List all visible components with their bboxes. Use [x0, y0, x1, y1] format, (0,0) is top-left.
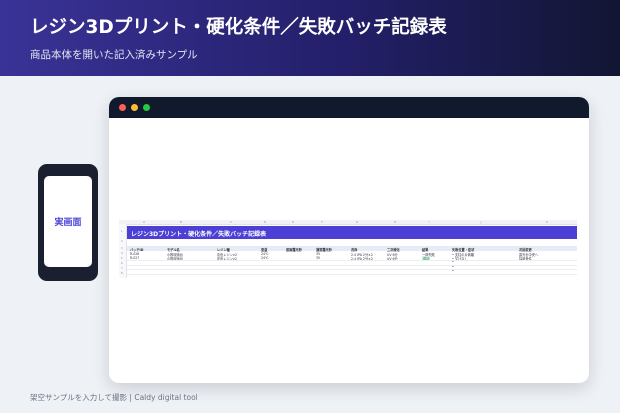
row-number[interactable]: 1	[121, 230, 123, 233]
page-header: レジン3Dプリント・硬化条件／失敗バッチ記録表 商品本体を開いた記入済みサンプル	[0, 0, 620, 76]
row-number[interactable]: 3	[121, 247, 123, 250]
maximize-window-icon[interactable]	[143, 104, 150, 111]
minimize-window-icon[interactable]	[131, 104, 138, 111]
table-cell[interactable]: 35	[316, 256, 320, 260]
sheet-title-bar[interactable]: レジン3Dプリント・硬化条件／失敗バッチ記録表	[127, 226, 577, 239]
browser-title-bar	[109, 97, 589, 118]
browser-window: A B C D E F G H I J K 1 2 3 4 5 6 7 8 レジ…	[109, 97, 589, 383]
row-header-bar: 1 2 3 4 5 6 7 8	[119, 224, 127, 278]
table-header-row: バッチID モデル名 レジン種 室温 底面露光秒 通常露光秒 洗浄 二次硬化 結…	[127, 246, 577, 252]
phone-mockup: 実画面	[38, 164, 98, 281]
page-title: レジン3Dプリント・硬化条件／失敗バッチ記録表	[30, 17, 447, 38]
phone-screen: 実画面	[44, 176, 92, 267]
column-letter[interactable]: C	[230, 220, 232, 224]
table-cell[interactable]: 24℃	[261, 256, 269, 260]
column-letter[interactable]: K	[546, 220, 548, 224]
page-subtitle: 商品本体を開いた記入済みサンプル	[30, 49, 198, 61]
row-number[interactable]: 2	[121, 240, 123, 243]
column-letter[interactable]: E	[292, 220, 294, 224]
column-header-bar: A B C D E F G H I J K	[119, 220, 577, 225]
column-letter[interactable]: D	[264, 220, 266, 224]
spreadsheet: A B C D E F G H I J K 1 2 3 4 5 6 7 8 レジ…	[119, 220, 577, 278]
sheet-title: レジン3Dプリント・硬化条件／失敗バッチ記録表	[131, 231, 267, 238]
footer-caption: 架空サンプルを入力して撮影 | Caldy digital tool	[30, 393, 198, 402]
column-letter[interactable]: F	[321, 220, 323, 224]
close-window-icon[interactable]	[119, 104, 126, 111]
column-letter[interactable]: A	[143, 220, 145, 224]
column-letter[interactable]: B	[180, 220, 182, 224]
column-letter[interactable]: G	[356, 220, 358, 224]
column-letter[interactable]: I	[429, 220, 430, 224]
row-number[interactable]: 7	[121, 267, 123, 270]
phone-label: 実画面	[54, 218, 82, 228]
row-number[interactable]: 5	[121, 257, 123, 260]
column-letter[interactable]: J	[481, 220, 482, 224]
grid-line	[127, 264, 577, 266]
grid-line	[127, 273, 577, 275]
grid-line	[127, 260, 577, 261]
grid-line	[127, 269, 577, 270]
row-number[interactable]: 4	[121, 252, 123, 255]
table-cell[interactable]: R-027	[130, 256, 139, 260]
row-number[interactable]: 6	[121, 262, 123, 265]
row-number[interactable]: 8	[121, 272, 123, 275]
column-letter[interactable]: H	[394, 220, 396, 224]
